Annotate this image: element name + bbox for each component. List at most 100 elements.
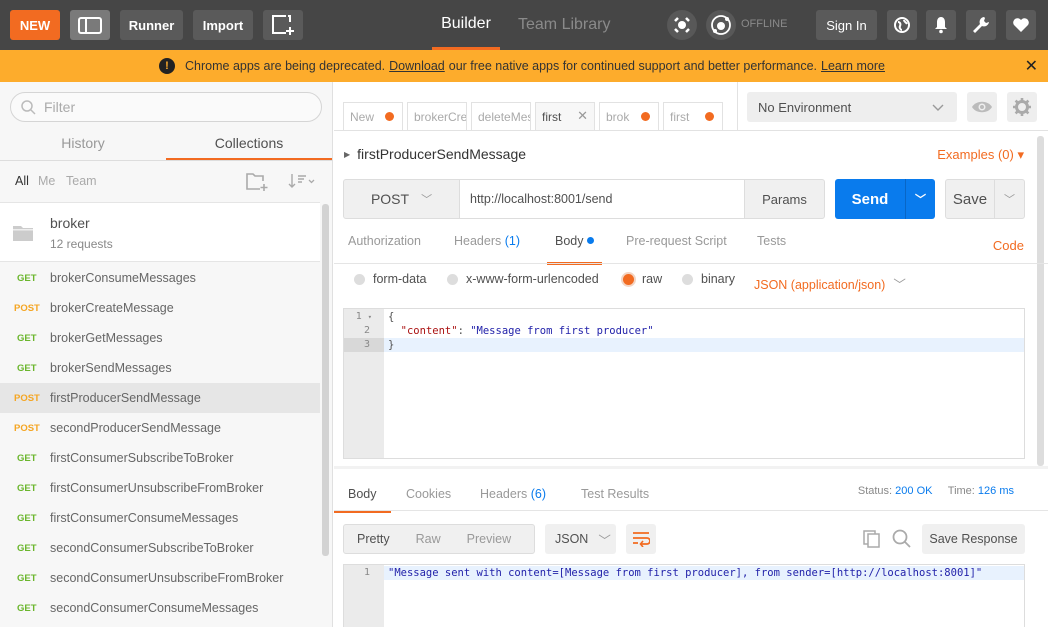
code-line: { [388, 311, 395, 323]
environment-quicklook-button[interactable] [967, 92, 997, 122]
learn-more-link[interactable]: Learn more [821, 59, 885, 73]
request-item[interactable]: GET brokerSendMessages [0, 353, 320, 383]
code-link[interactable]: Code [993, 238, 1024, 253]
method-badge: POST [14, 422, 40, 434]
format-preview[interactable]: Preview [454, 532, 524, 546]
request-item[interactable]: GET secondConsumerUnsubscribeFromBroker [0, 563, 320, 593]
request-body-editor[interactable]: 1 ▾ 2 3 { "content": "Message from first… [343, 308, 1025, 459]
globe-button[interactable] [887, 10, 917, 40]
tab-authorization[interactable]: Authorization [348, 234, 421, 264]
tab-tests[interactable]: Tests [757, 234, 786, 264]
request-name[interactable]: ▶ firstProducerSendMessage [344, 146, 526, 162]
send-options-chevron-icon[interactable]: ﹀ [905, 179, 935, 219]
new-button[interactable]: NEW [10, 10, 60, 40]
tab-headers[interactable]: Headers (1) [454, 234, 520, 264]
send-button[interactable]: Send ﹀ [835, 179, 935, 219]
filter-box[interactable] [10, 92, 322, 122]
line-number: 2 [363, 325, 370, 336]
tab-history[interactable]: History [0, 126, 166, 160]
examples-dropdown[interactable]: Examples (0) ▾ [937, 147, 1024, 163]
request-item[interactable]: GET secondConsumerSubscribeToBroker [0, 533, 320, 563]
response-tab-headers[interactable]: Headers (6) [480, 487, 546, 501]
interceptor-button[interactable] [667, 10, 697, 40]
request-item[interactable]: GET firstConsumerConsumeMessages [0, 503, 320, 533]
request-tab[interactable]: brokerCre [407, 102, 467, 131]
notifications-button[interactable] [926, 10, 956, 40]
request-tab[interactable]: deleteMes [471, 102, 531, 131]
radio-raw[interactable]: raw [623, 272, 662, 286]
request-name: brokerConsumeMessages [50, 271, 196, 285]
request-tab[interactable]: first [663, 102, 723, 131]
radio-form-data[interactable]: form-data [354, 272, 427, 286]
save-button[interactable]: Save ﹀ [945, 179, 1025, 219]
tab-body[interactable]: Body [547, 234, 602, 265]
request-item[interactable]: GET brokerGetMessages [0, 323, 320, 353]
request-name: firstConsumerUnsubscribeFromBroker [50, 481, 264, 495]
new-collection-icon[interactable] [245, 172, 269, 192]
support-button[interactable] [1006, 10, 1036, 40]
wrench-icon [973, 17, 989, 33]
tab-team-library[interactable]: Team Library [518, 0, 610, 50]
new-window-icon [272, 15, 294, 35]
tab-collections[interactable]: Collections [166, 126, 332, 160]
request-item[interactable]: POST firstProducerSendMessage [0, 383, 320, 413]
main-scrollbar[interactable] [1037, 136, 1044, 466]
response-tab-cookies[interactable]: Cookies [406, 487, 451, 501]
new-window-button[interactable] [263, 10, 303, 40]
save-response-button[interactable]: Save Response [922, 524, 1025, 554]
url-input[interactable] [460, 180, 744, 218]
close-tab-icon[interactable]: ✕ [577, 108, 588, 124]
request-item[interactable]: GET secondConsumerConsumeMessages [0, 593, 320, 623]
banner-text-after: our free native apps for continued suppo… [448, 59, 818, 73]
filter-input[interactable] [44, 99, 304, 115]
method-badge: GET [17, 512, 37, 524]
import-button[interactable]: Import [193, 10, 253, 40]
response-tab-test-results[interactable]: Test Results [581, 487, 649, 501]
request-tab[interactable]: New [343, 102, 403, 131]
request-item[interactable]: GET firstConsumerSubscribeToBroker [0, 443, 320, 473]
request-tab[interactable]: brok [599, 102, 659, 131]
request-item[interactable]: POST secondProducerSendMessage [0, 413, 320, 443]
sort-icon[interactable] [288, 173, 316, 189]
format-pretty[interactable]: Pretty [344, 532, 403, 546]
request-item[interactable]: GET brokerConsumeMessages [0, 263, 320, 293]
request-item[interactable]: GET firstConsumerUnsubscribeFromBroker [0, 473, 320, 503]
filter-team[interactable]: Team [66, 174, 97, 188]
sidebar-scrollbar[interactable] [322, 204, 329, 556]
params-button[interactable]: Params [744, 180, 824, 218]
search-icon[interactable] [892, 529, 912, 549]
sync-orbit-icon [711, 15, 731, 35]
environment-select[interactable]: No Environment [747, 92, 957, 122]
copy-icon[interactable] [863, 530, 881, 548]
url-bar: POST ﹀ Params [343, 179, 825, 219]
radio-binary[interactable]: binary [682, 272, 735, 286]
response-divider[interactable] [334, 466, 1048, 469]
manage-environments-button[interactable] [1007, 92, 1037, 122]
format-raw[interactable]: Raw [403, 532, 454, 546]
save-options-chevron-icon[interactable]: ﹀ [994, 180, 1024, 218]
sync-button[interactable] [706, 10, 736, 40]
heart-icon [1013, 18, 1029, 32]
search-icon [21, 99, 36, 115]
sidebar-toggle-button[interactable] [70, 10, 110, 40]
language-select[interactable]: JSON ﹀ [545, 524, 616, 554]
filter-me[interactable]: Me [38, 174, 55, 188]
settings-button[interactable] [966, 10, 996, 40]
tab-pre-request-script[interactable]: Pre-request Script [626, 234, 727, 264]
radio-urlencoded[interactable]: x-www-form-urlencoded [447, 272, 599, 286]
response-body-viewer[interactable]: 1 "Message sent with content=[Message fr… [343, 564, 1025, 627]
method-badge: GET [17, 452, 37, 464]
request-tab[interactable]: first ✕ [535, 102, 595, 131]
sign-in-button[interactable]: Sign In [816, 10, 877, 40]
download-link[interactable]: Download [389, 59, 445, 73]
method-select[interactable]: POST ﹀ [344, 180, 460, 218]
request-item[interactable]: POST brokerCreateMessage [0, 293, 320, 323]
filter-all[interactable]: All [15, 174, 29, 188]
line-number: 1 [363, 567, 370, 578]
content-type-select[interactable]: JSON (application/json) ﹀ [754, 274, 906, 293]
runner-button[interactable]: Runner [120, 10, 183, 40]
close-icon[interactable]: ✕ [1025, 56, 1038, 76]
collection-broker[interactable]: broker 12 requests [0, 202, 320, 262]
wrap-lines-button[interactable] [626, 524, 656, 554]
tab-builder[interactable]: Builder [432, 0, 500, 50]
